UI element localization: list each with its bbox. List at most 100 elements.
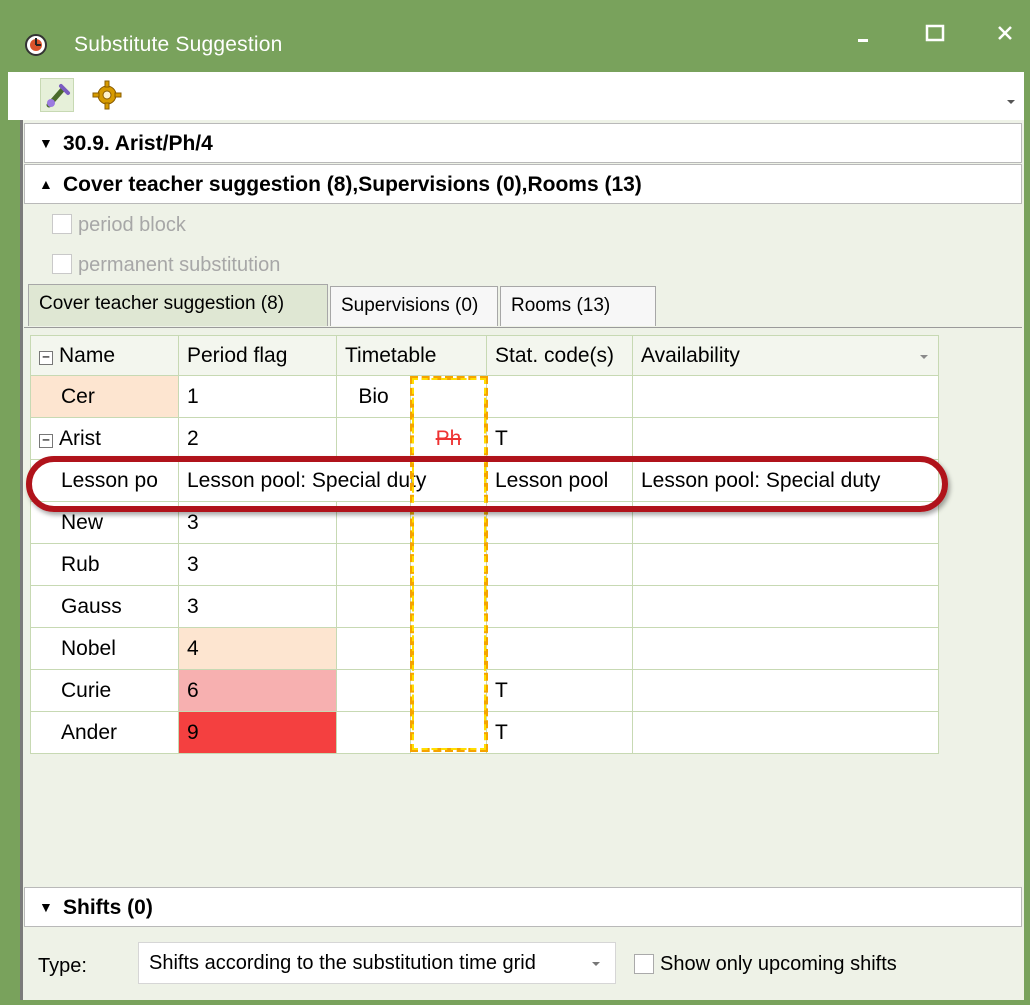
suggestion-section-header[interactable]: ▲ Cover teacher suggestion (8),Supervisio… bbox=[24, 164, 1022, 204]
substitute-suggestion-window: Substitute Suggestion ▼ 30.9. Arist/Ph/4… bbox=[0, 0, 1030, 1005]
shift-type-select[interactable]: Shifts according to the substitution tim… bbox=[138, 942, 616, 984]
cell-timetable bbox=[336, 711, 411, 754]
col-header-timetable[interactable]: Timetable bbox=[336, 335, 487, 376]
suggestion-section-label: Cover teacher suggestion (8),Supervision… bbox=[63, 173, 642, 196]
table-row[interactable]: − Arist 2 Ph T bbox=[30, 417, 939, 460]
cell-period-flag: 3 bbox=[178, 585, 337, 628]
cell-stat-code: T bbox=[486, 669, 633, 712]
maximize-button[interactable] bbox=[915, 18, 955, 50]
table-row[interactable]: Nobel 4 bbox=[30, 627, 939, 670]
collapse-row-icon[interactable]: − bbox=[39, 433, 53, 448]
minimize-button[interactable] bbox=[843, 18, 883, 50]
cover-teacher-grid: − Name Period flag Timetable Stat. code(s… bbox=[30, 335, 939, 754]
collapse-all-icon[interactable]: − bbox=[39, 350, 53, 365]
cell-stat-code: T bbox=[486, 417, 633, 460]
cell-timetable bbox=[336, 627, 411, 670]
table-row[interactable]: New 3 bbox=[30, 501, 939, 544]
cell-stat-code bbox=[486, 501, 633, 544]
close-button[interactable] bbox=[985, 18, 1025, 50]
col-header-name[interactable]: − Name bbox=[30, 335, 179, 376]
minimize-icon bbox=[858, 39, 868, 42]
cell-availability bbox=[632, 543, 939, 586]
cell-timetable bbox=[336, 417, 411, 460]
cell-availability bbox=[632, 585, 939, 628]
cell-period-flag: 3 bbox=[178, 501, 337, 544]
cell-period-flag: 4 bbox=[178, 627, 337, 670]
cell-availability bbox=[632, 627, 939, 670]
upcoming-shifts-option[interactable]: Show only upcoming shifts bbox=[634, 953, 897, 976]
cell-name: − Arist bbox=[30, 417, 179, 460]
permanent-substitution-option[interactable]: permanent substitution bbox=[52, 254, 280, 277]
cell-period-flag: 6 bbox=[178, 669, 337, 712]
column-filter-icon[interactable] bbox=[919, 353, 929, 361]
table-row[interactable]: Rub 3 bbox=[30, 543, 939, 586]
cell-stat-code: Lesson pool bbox=[486, 459, 633, 502]
cell-availability bbox=[632, 501, 939, 544]
table-row[interactable]: Gauss 3 bbox=[30, 585, 939, 628]
cell-period-flag: 3 bbox=[178, 543, 337, 586]
table-row[interactable]: Curie 6 T bbox=[30, 669, 939, 712]
cell-timetable-current: Ph bbox=[410, 417, 487, 460]
maximize-icon bbox=[925, 24, 945, 42]
cell-timetable-current bbox=[410, 627, 487, 670]
cell-name: Lesson po bbox=[30, 459, 179, 502]
cell-timetable-current bbox=[410, 585, 487, 628]
upcoming-shifts-checkbox[interactable] bbox=[634, 954, 654, 974]
cell-name: Ander bbox=[30, 711, 179, 754]
edit-tool-button[interactable] bbox=[40, 78, 74, 112]
cell-stat-code bbox=[486, 585, 633, 628]
cell-availability bbox=[632, 375, 939, 418]
period-block-checkbox[interactable] bbox=[52, 214, 72, 234]
tab-supervisions[interactable]: Supervisions (0) bbox=[330, 286, 498, 326]
table-row[interactable]: Cer 1 Bio bbox=[30, 375, 939, 418]
period-block-label: period block bbox=[78, 214, 186, 236]
type-label: Type: bbox=[38, 955, 87, 977]
close-icon bbox=[998, 26, 1012, 40]
lesson-section-header[interactable]: ▼ 30.9. Arist/Ph/4 bbox=[24, 123, 1022, 163]
col-header-availability[interactable]: Availability bbox=[632, 335, 939, 376]
lesson-pool-row[interactable]: Lesson po Lesson pool: Special duty Less… bbox=[30, 459, 939, 502]
collapse-arrow-icon: ▼ bbox=[39, 899, 53, 915]
cell-name: Rub bbox=[30, 543, 179, 586]
toolbar-overflow-icon[interactable] bbox=[1006, 98, 1016, 106]
shifts-section-header[interactable]: ▼ Shifts (0) bbox=[24, 887, 1022, 927]
shifts-section-label: Shifts (0) bbox=[63, 896, 153, 919]
chevron-down-icon bbox=[592, 962, 600, 966]
cell-name: Gauss bbox=[30, 585, 179, 628]
col-header-period-flag[interactable]: Period flag bbox=[178, 335, 337, 376]
window-title: Substitute Suggestion bbox=[74, 33, 283, 56]
settings-gear-icon bbox=[92, 80, 122, 110]
upcoming-shifts-label: Show only upcoming shifts bbox=[660, 953, 897, 975]
cell-stat-code bbox=[486, 375, 633, 418]
app-clock-icon bbox=[25, 34, 47, 56]
expand-arrow-icon: ▲ bbox=[39, 176, 53, 192]
edit-wand-icon bbox=[46, 84, 70, 108]
grid-header-row: − Name Period flag Timetable Stat. code(s… bbox=[30, 335, 939, 376]
cell-timetable bbox=[336, 585, 411, 628]
shift-type-value: Shifts according to the substitution tim… bbox=[149, 952, 536, 974]
cell-period-flag: 2 bbox=[178, 417, 337, 460]
cell-timetable bbox=[336, 543, 411, 586]
table-row[interactable]: Ander 9 T bbox=[30, 711, 939, 754]
cell-timetable bbox=[336, 669, 411, 712]
permanent-substitution-label: permanent substitution bbox=[78, 254, 281, 276]
title-bar[interactable]: Substitute Suggestion bbox=[0, 0, 1030, 72]
cell-availability: Lesson pool: Special duty bbox=[632, 459, 939, 502]
cell-name: New bbox=[30, 501, 179, 544]
cell-period-flag: 9 bbox=[178, 711, 337, 754]
cell-period-flag: 1 bbox=[178, 375, 337, 418]
cell-name: Curie bbox=[30, 669, 179, 712]
cell-timetable: Bio bbox=[336, 375, 411, 418]
cell-period-flag: Lesson pool: Special duty bbox=[178, 459, 487, 502]
settings-tool-button[interactable] bbox=[90, 78, 124, 112]
tab-cover-teacher-suggestion[interactable]: Cover teacher suggestion (8) bbox=[28, 284, 328, 326]
cell-timetable-current bbox=[410, 669, 487, 712]
cell-stat-code bbox=[486, 627, 633, 670]
col-header-stat-codes[interactable]: Stat. code(s) bbox=[486, 335, 633, 376]
permanent-substitution-checkbox[interactable] bbox=[52, 254, 72, 274]
tab-rooms[interactable]: Rooms (13) bbox=[500, 286, 656, 326]
period-block-option[interactable]: period block bbox=[52, 214, 186, 237]
toolbar bbox=[8, 72, 1024, 120]
cell-availability bbox=[632, 417, 939, 460]
cell-timetable-current bbox=[410, 501, 487, 544]
